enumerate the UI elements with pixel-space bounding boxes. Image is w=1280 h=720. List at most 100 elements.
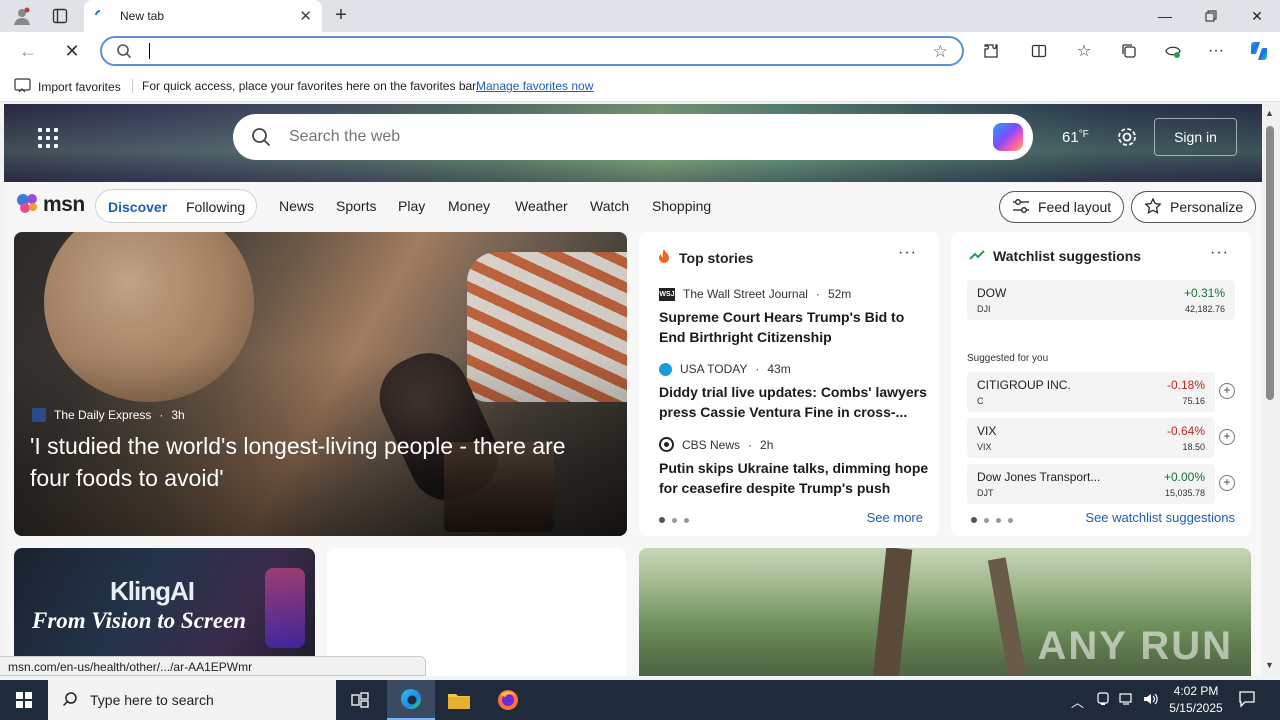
watchlist-card: Watchlist suggestions ··· DOW DJI +0.31%… [951,232,1251,536]
network-icon[interactable] [1119,692,1135,709]
volume-icon[interactable] [1143,692,1159,709]
msn-logo[interactable]: msn [16,192,85,217]
nav-watch[interactable]: Watch [590,198,629,214]
story-title[interactable]: Putin skips Ukraine talks, dimming hope … [659,458,929,498]
story-item[interactable]: USA TODAY · 43m Diddy trial live updates: … [659,362,929,422]
import-favorites-label: Import favorites [38,80,121,94]
stock-change: -0.18% [1166,378,1205,392]
carousel-dots[interactable] [971,517,1013,523]
task-view-icon[interactable] [336,680,384,720]
restore-button[interactable] [1188,0,1234,32]
hero-source: The Daily Express · 3h [32,408,185,422]
hero-article-card[interactable]: The Daily Express · 3h 'I studied the wo… [14,232,627,536]
stock-price: 18.50 [1182,442,1205,452]
title-bar: New tab ✕ + — ✕ [0,0,1280,32]
story-source: CBS News [682,437,741,452]
firefox-icon[interactable] [484,680,532,720]
import-favorites-button[interactable]: Import favorites [14,78,121,96]
browser-essentials-icon[interactable] [1162,41,1184,61]
tab-discover[interactable]: Discover [108,199,167,215]
extensions-icon[interactable] [980,41,1002,61]
web-search-box[interactable] [233,114,1033,160]
minimize-button[interactable]: — [1142,0,1188,32]
stock-price: 42,182.76 [1184,304,1225,314]
stock-change: -0.64% [1166,424,1205,438]
page-scrollbar[interactable]: ▲ ▼ [1262,104,1280,676]
nav-weather[interactable]: Weather [515,198,568,214]
file-explorer-icon[interactable] [435,680,483,720]
story-title[interactable]: Supreme Court Hears Trump's Bid to End B… [659,307,929,347]
tab-close-icon[interactable]: ✕ [299,7,312,25]
add-to-watchlist-button[interactable]: + [1219,475,1235,491]
tab-new-tab[interactable]: New tab ✕ [84,0,322,32]
watchlist-more-icon[interactable]: ··· [1210,244,1229,262]
edge-taskbar-icon[interactable] [387,680,435,720]
stop-loading-button[interactable]: ✕ [60,40,84,62]
tab-actions-icon[interactable] [46,4,74,28]
tab-title: New tab [120,9,165,23]
favorite-star-icon[interactable]: ☆ [933,42,948,62]
watchlist-row-vix[interactable]: VIX VIX -0.64% 18.50 + [967,418,1235,458]
nav-shopping[interactable]: Shopping [652,198,711,214]
profile-icon[interactable] [8,4,36,28]
collections-icon[interactable] [1118,41,1140,61]
nav-sports[interactable]: Sports [336,198,376,214]
story-item[interactable]: WSJ The Wall Street Journal · 52m Supreme C… [659,287,929,347]
copilot-icon[interactable] [1246,38,1272,64]
tree-image-card[interactable]: ANY RUN [639,548,1251,676]
carousel-dots[interactable] [659,517,689,523]
tray-chevron-icon[interactable]: ︿ [1071,692,1084,711]
manage-favorites-link[interactable]: Manage favorites now [476,79,593,93]
weather-unit: °F [1078,129,1089,140]
see-more-link[interactable]: See more [867,510,923,525]
stock-symbol: DJI [977,304,991,314]
top-stories-more-icon[interactable]: ··· [898,244,917,262]
app-launcher-icon[interactable] [38,128,58,148]
tree-trunk-graphic [987,557,1029,676]
watchlist-row-citigroup[interactable]: CITIGROUP INC. C -0.18% 75.16 + [967,372,1235,412]
scroll-down-arrow-icon[interactable]: ▼ [1265,660,1274,670]
favorites-icon[interactable]: ☆ [1073,41,1095,61]
split-screen-icon[interactable] [1028,41,1050,61]
settings-more-icon[interactable]: ··· [1205,41,1227,61]
start-button[interactable] [0,680,48,720]
address-input[interactable] [148,42,908,60]
page-settings-icon[interactable] [1116,126,1138,151]
nav-news[interactable]: News [279,198,314,214]
tray-device-icon[interactable] [1096,692,1110,709]
clock-date: 5/15/2025 [1169,701,1223,715]
scrollbar-thumb[interactable] [1266,126,1274,400]
taskbar-search-placeholder: Type here to search [90,692,214,708]
nav-play[interactable]: Play [398,198,425,214]
close-window-button[interactable]: ✕ [1234,0,1280,32]
story-title[interactable]: Diddy trial live updates: Combs' lawyers… [659,382,929,422]
scroll-up-arrow-icon[interactable]: ▲ [1265,108,1274,118]
address-bar[interactable]: ☆ [100,36,964,66]
web-search-input[interactable] [289,127,889,147]
sign-in-button[interactable]: Sign in [1154,118,1237,156]
add-to-watchlist-button[interactable]: + [1219,429,1235,445]
feed-layout-button[interactable]: Feed layout [999,191,1125,223]
weather-widget[interactable]: 61°F [1062,129,1089,146]
tab-following[interactable]: Following [186,199,245,215]
taskbar-search[interactable]: Type here to search [48,680,336,720]
msn-butterfly-icon [16,192,40,217]
watchlist-row-djt[interactable]: Dow Jones Transport... DJT +0.00% 15,035… [967,464,1235,504]
add-to-watchlist-button[interactable]: + [1219,383,1235,399]
hero-dot: · [159,408,164,422]
hero-title[interactable]: 'I studied the world's longest-living pe… [30,430,610,494]
back-button[interactable]: ← [16,40,40,62]
top-stories-header: Top stories [657,248,753,267]
nav-money[interactable]: Money [448,198,490,214]
notifications-icon[interactable] [1238,690,1256,711]
copilot-search-icon[interactable] [993,123,1023,151]
stock-name: Dow Jones Transport... [977,470,1101,484]
story-age: 52m [827,287,852,301]
search-icon [251,127,271,150]
taskbar-clock[interactable]: 4:02 PM 5/15/2025 [1166,683,1226,717]
personalize-button[interactable]: Personalize [1131,191,1257,223]
story-item[interactable]: CBS News · 2h Putin skips Ukraine talks, d… [659,437,929,498]
see-watchlist-link[interactable]: See watchlist suggestions [1085,510,1235,525]
new-tab-button[interactable]: + [330,4,352,26]
watchlist-row-dow[interactable]: DOW DJI +0.31% 42,182.76 [967,280,1235,320]
